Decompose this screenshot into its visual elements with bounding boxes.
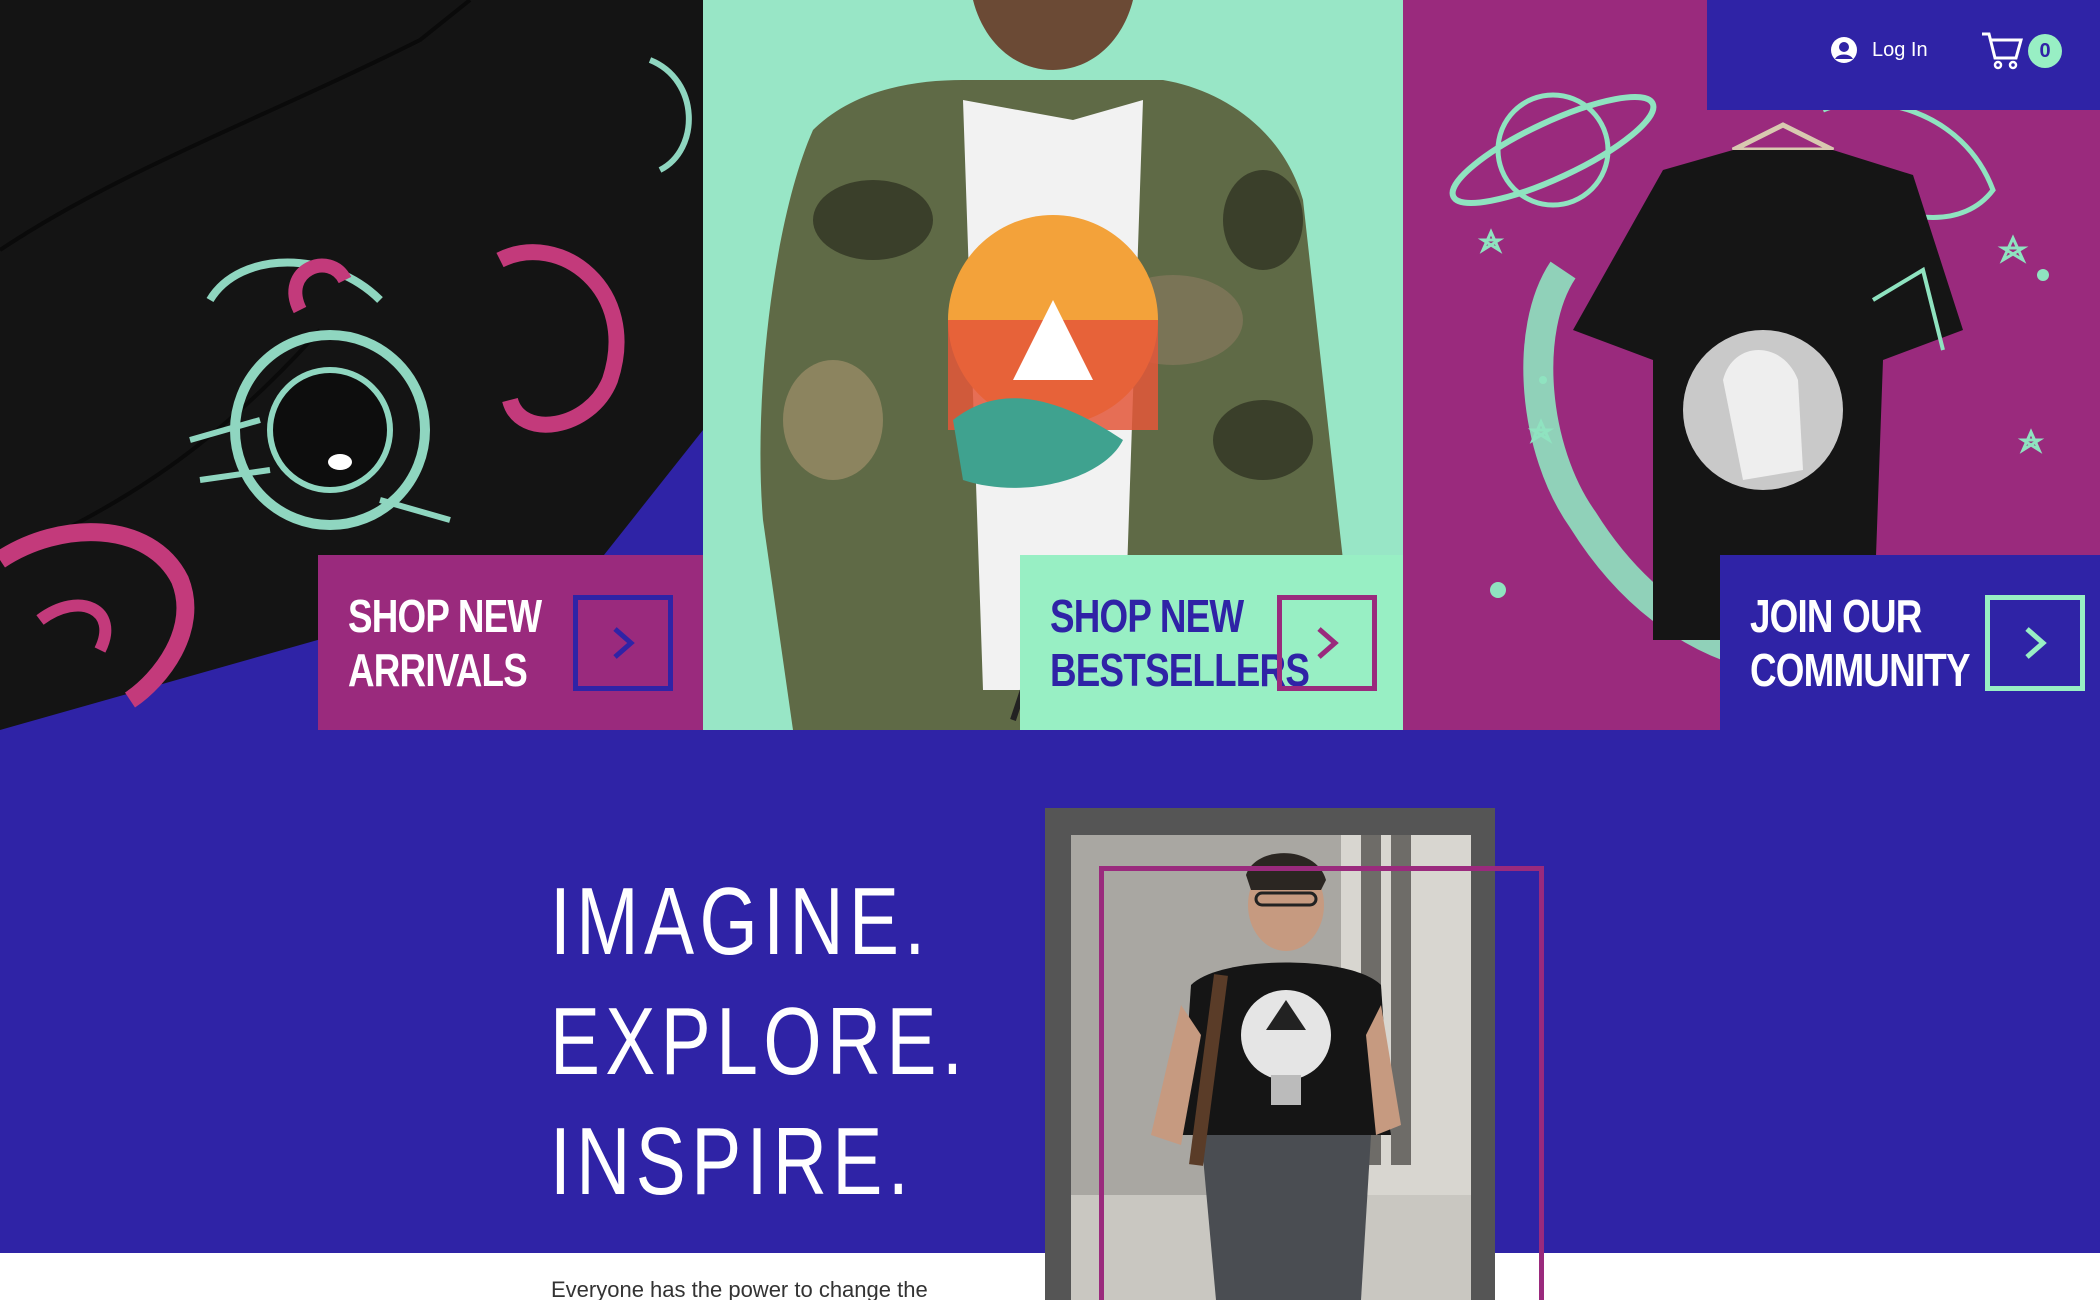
join-our-community-label: JOIN OUR COMMUNITY (1750, 589, 1971, 696)
chevron-right-icon (613, 627, 635, 659)
feature-accent-frame (1099, 866, 1544, 1300)
login-label: Log In (1872, 38, 1928, 61)
tagline-inspire: INSPIRE. (550, 1108, 915, 1215)
join-our-community-button[interactable] (1985, 595, 2085, 691)
chevron-right-icon (2025, 627, 2047, 659)
feature-tagline: IMAGINE. EXPLORE. INSPIRE. (550, 862, 968, 1222)
cart-button[interactable]: 0 (1980, 30, 2062, 74)
shop-new-arrivals-card[interactable]: SHOP NEW ARRIVALS (318, 555, 703, 730)
shop-new-arrivals-label: SHOP NEW ARRIVALS (348, 589, 542, 696)
cart-count-badge: 0 (2028, 34, 2062, 68)
join-our-community-card[interactable]: JOIN OUR COMMUNITY (1720, 555, 2100, 730)
login-button[interactable]: Log In (1830, 36, 1928, 64)
feature-body-text: Everyone has the power to change the (551, 1277, 928, 1300)
shop-new-arrivals-button[interactable] (573, 595, 673, 691)
user-avatar-icon (1831, 37, 1857, 63)
tagline-explore: EXPLORE. (550, 988, 969, 1095)
shop-new-bestsellers-button[interactable] (1277, 595, 1377, 691)
tagline-imagine: IMAGINE. (550, 868, 931, 975)
shop-new-bestsellers-label: SHOP NEW BESTSELLERS (1050, 589, 1310, 696)
chevron-right-icon (1317, 627, 1339, 659)
cart-icon (1982, 32, 2023, 70)
shop-new-bestsellers-card[interactable]: SHOP NEW BESTSELLERS (1020, 555, 1403, 730)
